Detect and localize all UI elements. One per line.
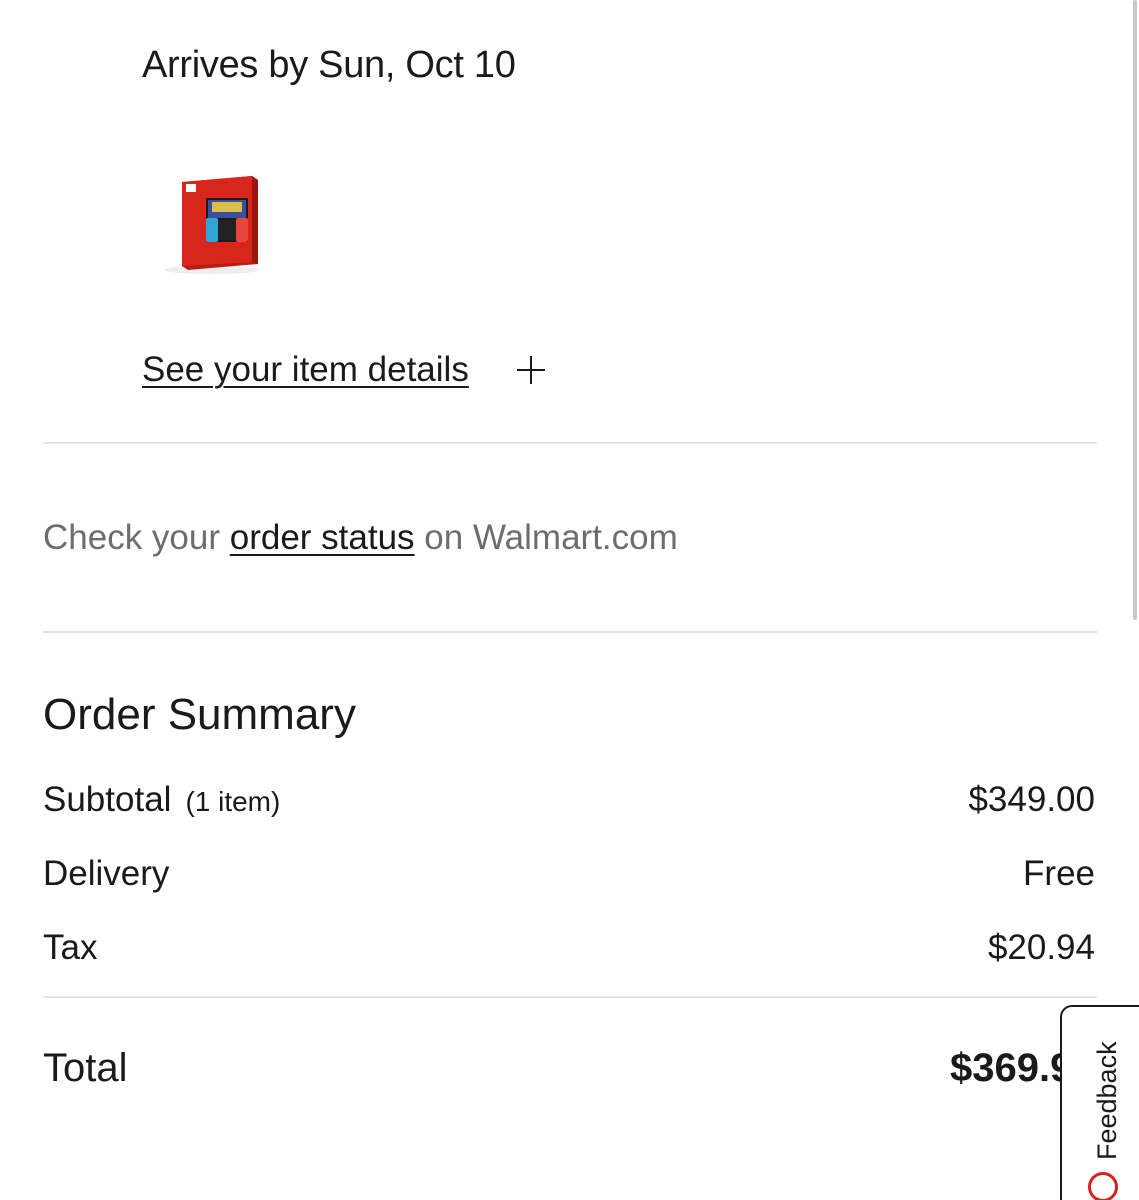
feedback-circle-icon [1088,1172,1118,1200]
subtotal-row: Subtotal (1 item) $349.00 [43,780,1095,820]
plus-icon[interactable] [515,354,547,386]
subtotal-label: Subtotal [43,780,172,819]
scrollbar-thumb[interactable] [1133,0,1137,620]
order-summary-title: Order Summary [43,690,356,739]
delivery-row: Delivery Free [43,854,1095,894]
status-prefix: Check your [43,518,230,557]
tax-value: $20.94 [987,928,1095,967]
divider [43,442,1097,444]
order-status-message: Check your order status on Walmart.com [43,518,678,558]
delivery-label: Delivery [43,854,170,893]
subtotal-item-count: (1 item) [185,786,281,817]
item-details-row: See your item details [142,350,547,390]
order-confirmation-page: Arrives by Sun, Oct 10 See your item det… [0,0,1139,1200]
divider [43,996,1097,998]
total-value: $369.9 [950,1046,1073,1090]
arrival-date: Arrives by Sun, Oct 10 [142,44,516,86]
subtotal-value: $349.00 [968,780,1095,819]
delivery-value: Free [1023,854,1095,893]
nintendo-switch-box-icon [164,176,260,274]
tax-label: Tax [43,928,98,967]
order-status-link[interactable]: order status [230,518,415,557]
subtotal-label-group: Subtotal (1 item) [43,780,280,820]
tax-row: Tax $20.94 [43,928,1095,968]
item-details-link[interactable]: See your item details [142,350,469,390]
product-image[interactable] [160,170,270,280]
total-label: Total [43,1046,128,1090]
status-suffix: on Walmart.com [414,518,678,557]
divider [43,631,1097,633]
feedback-label[interactable]: Feedback [1092,1041,1123,1160]
